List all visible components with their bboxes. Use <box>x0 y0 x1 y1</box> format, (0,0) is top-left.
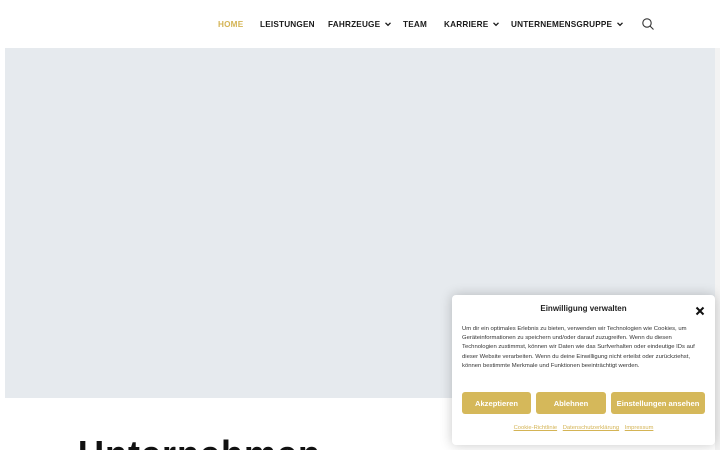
chevron-down-icon <box>385 22 392 27</box>
nav-item-team[interactable]: TEAM <box>403 17 427 31</box>
close-icon[interactable] <box>694 305 706 317</box>
cookie-consent-dialog: Einwilligung verwalten Um dir ein optima… <box>452 295 715 445</box>
nav-item-home[interactable]: HOME <box>218 17 243 31</box>
chevron-down-icon <box>493 22 500 27</box>
nav-item-leistungen[interactable]: LEISTUNGEN <box>260 17 315 31</box>
nav-item-unternemensgruppe[interactable]: UNTERNEMENSGRUPPE <box>511 17 624 31</box>
privacy-policy-link[interactable]: Datenschutzerklärung <box>563 425 619 431</box>
nav-item-karriere[interactable]: KARRIERE <box>444 17 500 31</box>
nav-item-label: KARRIERE <box>444 19 489 29</box>
accept-button[interactable]: Akzeptieren <box>462 392 531 414</box>
cookie-policy-link[interactable]: Cookie-Richtlinie <box>514 425 558 431</box>
main-navigation: HOME LEISTUNGEN FAHRZEUGE TEAM KARRIERE … <box>0 0 720 48</box>
cookie-dialog-links: Cookie-Richtlinie Datenschutzerklärung I… <box>452 425 715 431</box>
site-header: HOME LEISTUNGEN FAHRZEUGE TEAM KARRIERE … <box>0 0 720 48</box>
nav-item-label: FAHRZEUGE <box>328 19 381 29</box>
decline-button[interactable]: Ablehnen <box>536 392 606 414</box>
nav-item-label: UNTERNEMENSGRUPPE <box>511 19 613 29</box>
nav-item-label: LEISTUNGEN <box>260 19 315 29</box>
imprint-link[interactable]: Impressum <box>625 425 654 431</box>
cookie-dialog-text: Um dir ein optimales Erlebnis zu bieten,… <box>462 326 695 369</box>
search-icon[interactable] <box>641 17 655 31</box>
chevron-down-icon <box>617 22 624 27</box>
nav-item-label: HOME <box>218 19 244 29</box>
page-edge <box>715 48 720 450</box>
view-settings-button[interactable]: Einstellungen ansehen <box>611 392 705 414</box>
nav-item-fahrzeuge[interactable]: FAHRZEUGE <box>328 17 392 31</box>
section-heading: Unternehmen <box>78 436 321 450</box>
nav-item-label: TEAM <box>403 19 427 29</box>
cookie-dialog-title: Einwilligung verwalten <box>540 304 627 313</box>
